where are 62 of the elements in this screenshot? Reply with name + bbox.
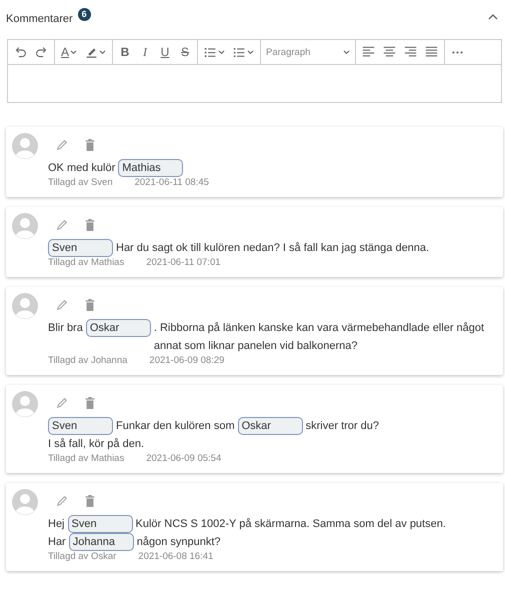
comment-author: Tillagd av Mathias <box>48 257 124 269</box>
redo-icon[interactable] <box>35 46 48 58</box>
avatar-icon <box>12 133 38 159</box>
mention-tag[interactable]: Sven <box>48 239 113 257</box>
trash-icon[interactable] <box>84 139 96 151</box>
format-dropdown[interactable]: Paragraph <box>264 42 352 62</box>
comment-date: 2021-06-09 05:54 <box>146 453 222 465</box>
caret-icon[interactable] <box>218 50 226 54</box>
italic-button[interactable]: I <box>136 42 154 62</box>
caret-icon[interactable] <box>99 50 106 54</box>
comment-author: Tillagd av Oskar <box>48 551 116 563</box>
undo-icon[interactable] <box>14 46 27 58</box>
align-left-icon[interactable] <box>362 46 376 58</box>
comment-author: Tillagd av Johanna <box>48 355 128 367</box>
trash-icon[interactable] <box>84 219 96 231</box>
mention-tag[interactable]: Mathias <box>118 159 184 177</box>
comment-author: Tillagd av Sven <box>48 177 113 189</box>
caret-icon[interactable] <box>247 50 254 54</box>
comment-text: Funkar den kulören som <box>116 419 235 434</box>
comment-text: någon synpunkt? <box>136 535 221 550</box>
avatar-icon <box>12 213 38 239</box>
comment-date: 2021-06-08 16:41 <box>138 551 214 563</box>
numbered-list-icon[interactable] <box>204 46 218 58</box>
mention-tag[interactable]: Oskar <box>86 319 151 337</box>
comment-date: 2021-06-11 08:45 <box>134 177 209 189</box>
comment-text: . Ribborna på länken kanske kan vara värmebehandlade eller något annat som liknar panelen vid balkonerna? <box>154 321 486 354</box>
comment-text: Kulör NCS S 1002-Y på skärmarna. Samma som del av putsen. <box>136 517 446 532</box>
count-badge: 6 <box>78 8 91 20</box>
trash-icon[interactable] <box>84 299 96 311</box>
bold-button[interactable]: B <box>116 42 134 62</box>
comment-text: OK med kulör <box>48 161 116 176</box>
comment-text: Har <box>48 535 66 550</box>
mention-tag[interactable]: Sven <box>68 515 133 533</box>
comment-text: Blir bra <box>48 321 83 336</box>
underline-button[interactable]: U <box>156 42 174 62</box>
comment-text: Har du sagt ok till kulören nedan? I så fall kan jag stänga denna. <box>116 241 430 256</box>
font-color-label: A <box>61 45 70 59</box>
mention-tag[interactable]: Johanna <box>68 533 134 551</box>
comment-text: Hej <box>48 517 65 532</box>
font-color-button[interactable]: A <box>58 42 80 62</box>
trash-icon[interactable] <box>84 397 96 409</box>
caret-icon[interactable] <box>70 50 78 54</box>
section-title: Kommentarer <box>6 13 73 25</box>
avatar-icon <box>12 293 38 319</box>
marker-icon[interactable] <box>85 46 98 58</box>
comment-date: 2021-06-11 07:01 <box>146 257 221 269</box>
strikethrough-button[interactable]: S <box>176 42 194 62</box>
comment-date: 2021-06-09 08:29 <box>149 355 224 367</box>
align-center-icon[interactable] <box>383 46 396 58</box>
caret-icon[interactable] <box>343 50 350 54</box>
align-right-icon[interactable] <box>404 46 418 58</box>
avatar-icon <box>12 391 38 417</box>
collapse-icon[interactable] <box>487 12 499 22</box>
mention-tag[interactable]: Sven <box>48 417 113 435</box>
trash-icon[interactable] <box>84 495 96 507</box>
avatar-icon <box>12 489 38 515</box>
mention-tag[interactable]: Oskar <box>238 417 303 435</box>
comment-author: Tillagd av Mathias <box>48 453 124 465</box>
comment-text: skriver tror du? <box>306 419 379 434</box>
comment-text: I så fall, kör på den. <box>48 437 144 452</box>
align-justify-icon[interactable] <box>425 46 438 58</box>
bullet-list-icon[interactable] <box>233 46 246 58</box>
